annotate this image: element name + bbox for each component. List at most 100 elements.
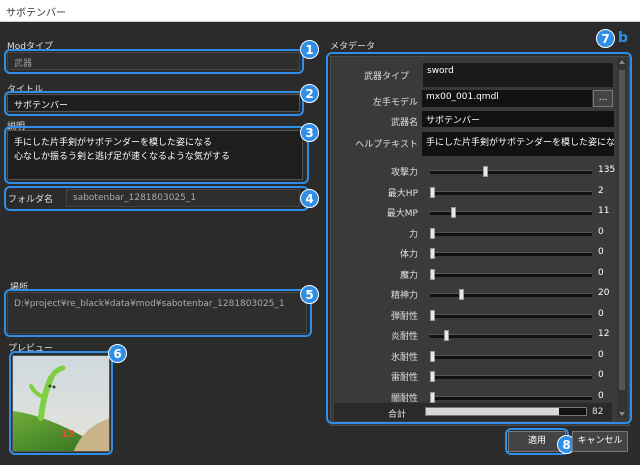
stat-label: 力 xyxy=(408,229,418,240)
stat-row: 炎耐性 12 xyxy=(334,326,614,344)
stat-label: 体力 xyxy=(399,250,418,260)
stat-slider[interactable] xyxy=(430,268,592,280)
window-title: サボテンバー xyxy=(6,8,66,19)
stat-slider[interactable] xyxy=(430,166,592,177)
stat-row: 攻撃力 135 xyxy=(334,162,616,180)
stat-row: 最大HP 2 xyxy=(334,183,614,201)
slider-thumb[interactable] xyxy=(450,207,456,218)
description-textarea[interactable]: 手にした片手剣がサボテンダーを模した姿になる 心なしか振るう剣と逃げ足が速くなる… xyxy=(7,130,303,180)
slider-thumb[interactable] xyxy=(483,166,489,177)
stat-value: 11 xyxy=(598,206,610,216)
description-line-2: 心なしか振るう剣と逃げ足が速くなるような気がする xyxy=(14,152,231,162)
stat-value: 12 xyxy=(598,329,610,339)
stat-label: 弾耐性 xyxy=(390,311,418,322)
weapon-type-row: 武器タイプ sword xyxy=(331,61,616,87)
slider-thumb[interactable] xyxy=(430,350,435,362)
slider-thumb[interactable] xyxy=(430,248,435,259)
mod-type-label: Modタイプ xyxy=(7,42,53,52)
slider-thumb[interactable] xyxy=(430,186,435,198)
stat-value: 0 xyxy=(598,308,604,319)
title-input[interactable]: サボテンバー xyxy=(7,94,300,112)
stat-slider[interactable] xyxy=(430,371,592,382)
annotation-badge-6: 6 xyxy=(108,344,127,363)
preview-image: 12 xyxy=(12,355,110,452)
folder-name-field: sabotenbar_1281803025_1 xyxy=(66,189,300,207)
scroll-up-icon[interactable] xyxy=(619,60,625,64)
stat-row: 雷耐性 0 xyxy=(334,367,614,385)
total-value: 82 xyxy=(592,407,604,417)
slider-thumb[interactable] xyxy=(430,268,435,280)
stat-slider[interactable] xyxy=(430,186,592,198)
slider-thumb[interactable] xyxy=(430,391,435,403)
annotation-badge-1: 1 xyxy=(300,40,319,59)
metadata-scrollbar[interactable] xyxy=(617,58,627,418)
title-bar: サボテンバー xyxy=(0,0,640,22)
stat-row: 弾耐性 0 xyxy=(334,306,614,324)
description-line-1: 手にした片手剣がサボテンダーを模した姿になる xyxy=(14,138,213,148)
stat-slider[interactable] xyxy=(430,391,592,403)
stat-row: 最大MP 11 xyxy=(334,203,614,221)
stat-row: 氷耐性 0 xyxy=(334,347,614,365)
help-text-field[interactable]: 手にした片手剣がサボテンダーを模した姿になる xyxy=(422,132,614,156)
weapon-name-field[interactable]: サボテンバー xyxy=(422,111,614,127)
stat-value: 2 xyxy=(598,185,604,196)
location-field: D:¥project¥re_black¥data¥mod¥sabotenbar_… xyxy=(7,292,307,334)
total-bar-fill xyxy=(426,408,559,415)
help-text-label: ヘルプテキスト xyxy=(355,140,418,150)
scroll-thumb[interactable] xyxy=(619,70,625,390)
stat-label: 精神力 xyxy=(390,291,418,301)
mod-type-field: 武器 xyxy=(7,52,300,70)
weapon-type-field[interactable]: sword xyxy=(423,63,613,87)
stat-label: 最大MP xyxy=(386,209,418,219)
slider-thumb[interactable] xyxy=(444,330,450,341)
mod-editor-window: Modタイプ 武器 1 タイトル サボテンバー 2 説明 手にした片手剣がサボテ… xyxy=(0,22,640,465)
total-row: 合計 82 xyxy=(334,403,612,421)
stat-value: 20 xyxy=(598,288,610,298)
stat-slider[interactable] xyxy=(430,289,592,300)
stat-slider[interactable] xyxy=(430,330,592,341)
slider-thumb[interactable] xyxy=(458,289,464,300)
stat-label: 攻撃力 xyxy=(390,168,418,178)
slider-thumb[interactable] xyxy=(430,309,435,321)
annotation-badge-3: 3 xyxy=(300,123,319,142)
browse-button[interactable]: ... xyxy=(593,90,613,107)
scroll-down-icon[interactable] xyxy=(619,412,625,416)
left-model-label: 左手モデル xyxy=(372,98,418,108)
stat-row: 力0 xyxy=(334,224,614,242)
weapon-name-label: 武器名 xyxy=(390,118,418,128)
stat-slider[interactable] xyxy=(430,350,592,362)
stat-label: 闇耐性 xyxy=(390,393,418,404)
slider-thumb[interactable] xyxy=(430,371,435,382)
preview-overlay-number: 12 xyxy=(61,429,75,440)
stat-label: 炎耐性 xyxy=(390,332,418,342)
annotation-suffix: b xyxy=(618,30,629,46)
stat-label: 雷耐性 xyxy=(390,373,418,383)
stat-value: 0 xyxy=(598,267,604,278)
stat-label: 氷耐性 xyxy=(390,352,418,363)
annotation-badge-2: 2 xyxy=(300,84,319,103)
total-bar xyxy=(425,407,587,416)
left-model-field[interactable]: mx00_001.qmdl xyxy=(422,90,592,107)
stat-value: 0 xyxy=(598,390,604,401)
preview-label: プレビュー xyxy=(8,344,54,354)
stat-row: 精神力 20 xyxy=(334,285,614,303)
stat-row: 魔力 0 xyxy=(334,265,614,283)
stat-slider[interactable] xyxy=(430,309,592,321)
stat-value: 135 xyxy=(598,165,616,175)
stat-slider[interactable] xyxy=(430,227,592,239)
stat-slider[interactable] xyxy=(430,207,592,218)
stat-value: 0 xyxy=(598,349,604,360)
total-label: 合計 xyxy=(388,410,407,420)
stat-slider[interactable] xyxy=(430,248,592,259)
stat-label: 最大HP xyxy=(387,188,418,199)
annotation-badge-7: 7 xyxy=(596,29,615,48)
stat-value: 0 xyxy=(598,247,604,257)
weapon-type-label: 武器タイプ xyxy=(363,72,409,82)
stat-value: 0 xyxy=(598,226,604,237)
stat-row: 体力 0 xyxy=(334,244,614,262)
slider-thumb[interactable] xyxy=(430,227,435,239)
stat-value: 0 xyxy=(598,370,604,380)
cancel-button[interactable]: キャンセル xyxy=(572,431,628,452)
annotation-badge-4: 4 xyxy=(300,189,319,208)
annotation-badge-5: 5 xyxy=(300,285,319,304)
